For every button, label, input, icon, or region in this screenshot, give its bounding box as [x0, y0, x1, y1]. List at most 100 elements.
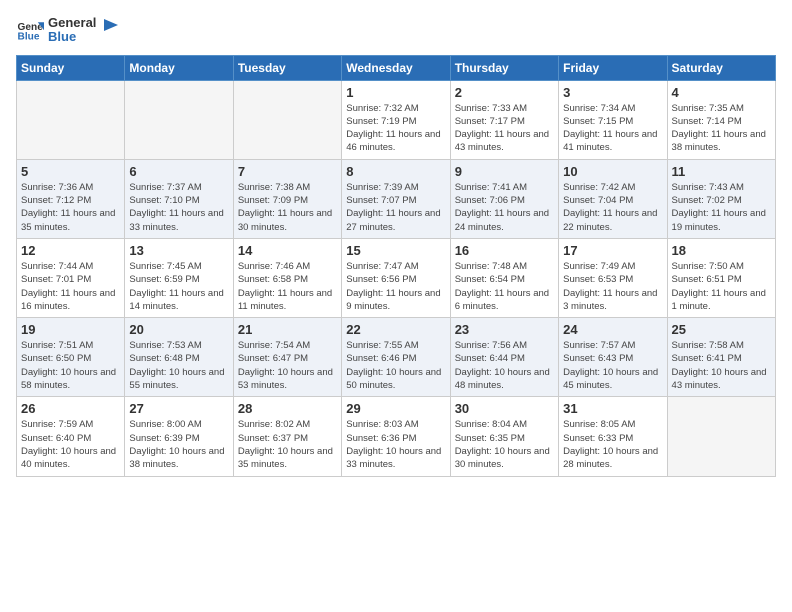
- calendar-cell: 10Sunrise: 7:42 AM Sunset: 7:04 PM Dayli…: [559, 159, 667, 238]
- day-number: 18: [672, 243, 771, 258]
- calendar-cell: 24 Sunrise: 7:57 AM Sunset: 6:43 PM Dayli…: [559, 318, 667, 397]
- calendar-cell: 22 Sunrise: 7:55 AM Sunset: 6:46 PM Dayli…: [342, 318, 450, 397]
- day-info: Sunrise: 7:44 AM Sunset: 7:01 PM Dayligh…: [21, 260, 120, 313]
- calendar-week-row: 5 Sunrise: 7:36 AM Sunset: 7:12 PM Daylig…: [17, 159, 776, 238]
- day-number: 28: [238, 401, 337, 416]
- calendar-cell: 14 Sunrise: 7:46 AM Sunset: 6:58 PM Dayli…: [233, 238, 341, 317]
- day-info: Sunrise: 7:46 AM Sunset: 6:58 PM Dayligh…: [238, 260, 337, 313]
- day-info: Sunrise: 7:43 AM Sunset: 7:02 PM Dayligh…: [672, 181, 771, 234]
- calendar-cell: [667, 397, 775, 476]
- day-number: 9: [455, 164, 554, 179]
- calendar-cell: 31 Sunrise: 8:05 AM Sunset: 6:33 PM Dayli…: [559, 397, 667, 476]
- calendar-cell: 17Sunrise: 7:49 AM Sunset: 6:53 PM Dayli…: [559, 238, 667, 317]
- calendar-cell: [17, 80, 125, 159]
- calendar-cell: 2Sunrise: 7:33 AM Sunset: 7:17 PM Daylig…: [450, 80, 558, 159]
- calendar-cell: 19Sunrise: 7:51 AM Sunset: 6:50 PM Dayli…: [17, 318, 125, 397]
- day-info: Sunrise: 7:47 AM Sunset: 6:56 PM Dayligh…: [346, 260, 445, 313]
- calendar-cell: 20Sunrise: 7:53 AM Sunset: 6:48 PM Dayli…: [125, 318, 233, 397]
- day-number: 4: [672, 85, 771, 100]
- day-info: Sunrise: 7:36 AM Sunset: 7:12 PM Dayligh…: [21, 181, 120, 234]
- day-info: Sunrise: 8:04 AM Sunset: 6:35 PM Dayligh…: [455, 418, 554, 471]
- calendar-cell: 29Sunrise: 8:03 AM Sunset: 6:36 PM Dayli…: [342, 397, 450, 476]
- calendar-cell: 27Sunrise: 8:00 AM Sunset: 6:39 PM Dayli…: [125, 397, 233, 476]
- calendar-cell: 3Sunrise: 7:34 AM Sunset: 7:15 PM Daylig…: [559, 80, 667, 159]
- calendar-cell: 21 Sunrise: 7:54 AM Sunset: 6:47 PM Dayli…: [233, 318, 341, 397]
- weekday-header-friday: Friday: [559, 55, 667, 80]
- day-info: Sunrise: 7:38 AM Sunset: 7:09 PM Dayligh…: [238, 181, 337, 234]
- calendar-cell: 18Sunrise: 7:50 AM Sunset: 6:51 PM Dayli…: [667, 238, 775, 317]
- day-number: 14: [238, 243, 337, 258]
- day-number: 21: [238, 322, 337, 337]
- day-number: 5: [21, 164, 120, 179]
- weekday-header-wednesday: Wednesday: [342, 55, 450, 80]
- calendar-cell: 30 Sunrise: 8:04 AM Sunset: 6:35 PM Dayli…: [450, 397, 558, 476]
- day-number: 3: [563, 85, 662, 100]
- calendar-cell: 6Sunrise: 7:37 AM Sunset: 7:10 PM Daylig…: [125, 159, 233, 238]
- calendar-week-row: 19Sunrise: 7:51 AM Sunset: 6:50 PM Dayli…: [17, 318, 776, 397]
- day-info: Sunrise: 8:03 AM Sunset: 6:36 PM Dayligh…: [346, 418, 445, 471]
- day-number: 17: [563, 243, 662, 258]
- calendar-cell: 5 Sunrise: 7:36 AM Sunset: 7:12 PM Daylig…: [17, 159, 125, 238]
- day-number: 8: [346, 164, 445, 179]
- calendar-cell: 13 Sunrise: 7:45 AM Sunset: 6:59 PM Dayli…: [125, 238, 233, 317]
- calendar-cell: 28 Sunrise: 8:02 AM Sunset: 6:37 PM Dayli…: [233, 397, 341, 476]
- calendar-cell: 25 Sunrise: 7:58 AM Sunset: 6:41 PM Dayli…: [667, 318, 775, 397]
- weekday-header-tuesday: Tuesday: [233, 55, 341, 80]
- day-number: 15: [346, 243, 445, 258]
- calendar-cell: 11Sunrise: 7:43 AM Sunset: 7:02 PM Dayli…: [667, 159, 775, 238]
- day-info: Sunrise: 8:02 AM Sunset: 6:37 PM Dayligh…: [238, 418, 337, 471]
- calendar-cell: 8 Sunrise: 7:39 AM Sunset: 7:07 PM Daylig…: [342, 159, 450, 238]
- logo-blue-text: Blue: [48, 30, 96, 44]
- calendar-cell: [233, 80, 341, 159]
- calendar-cell: 9 Sunrise: 7:41 AM Sunset: 7:06 PM Daylig…: [450, 159, 558, 238]
- day-info: Sunrise: 8:05 AM Sunset: 6:33 PM Dayligh…: [563, 418, 662, 471]
- day-number: 30: [455, 401, 554, 416]
- weekday-header-thursday: Thursday: [450, 55, 558, 80]
- day-info: Sunrise: 7:56 AM Sunset: 6:44 PM Dayligh…: [455, 339, 554, 392]
- calendar-cell: 12 Sunrise: 7:44 AM Sunset: 7:01 PM Dayli…: [17, 238, 125, 317]
- day-number: 7: [238, 164, 337, 179]
- calendar-cell: 23 Sunrise: 7:56 AM Sunset: 6:44 PM Dayli…: [450, 318, 558, 397]
- day-number: 25: [672, 322, 771, 337]
- day-info: Sunrise: 7:59 AM Sunset: 6:40 PM Dayligh…: [21, 418, 120, 471]
- day-info: Sunrise: 7:33 AM Sunset: 7:17 PM Dayligh…: [455, 102, 554, 155]
- svg-text:Blue: Blue: [18, 32, 40, 43]
- weekday-header-sunday: Sunday: [17, 55, 125, 80]
- day-number: 26: [21, 401, 120, 416]
- logo-general-text: General: [48, 16, 96, 30]
- day-number: 12: [21, 243, 120, 258]
- day-info: Sunrise: 7:42 AM Sunset: 7:04 PM Dayligh…: [563, 181, 662, 234]
- day-number: 1: [346, 85, 445, 100]
- page-header: General Blue General Blue: [16, 16, 776, 45]
- day-info: Sunrise: 7:45 AM Sunset: 6:59 PM Dayligh…: [129, 260, 228, 313]
- day-number: 23: [455, 322, 554, 337]
- logo-icon: General Blue: [16, 16, 44, 44]
- day-info: Sunrise: 7:39 AM Sunset: 7:07 PM Dayligh…: [346, 181, 445, 234]
- day-info: Sunrise: 8:00 AM Sunset: 6:39 PM Dayligh…: [129, 418, 228, 471]
- calendar-cell: [125, 80, 233, 159]
- logo: General Blue General Blue: [16, 16, 118, 45]
- day-info: Sunrise: 7:37 AM Sunset: 7:10 PM Dayligh…: [129, 181, 228, 234]
- day-number: 13: [129, 243, 228, 258]
- day-info: Sunrise: 7:41 AM Sunset: 7:06 PM Dayligh…: [455, 181, 554, 234]
- calendar-week-row: 12 Sunrise: 7:44 AM Sunset: 7:01 PM Dayli…: [17, 238, 776, 317]
- day-info: Sunrise: 7:58 AM Sunset: 6:41 PM Dayligh…: [672, 339, 771, 392]
- logo-flag-icon: [100, 19, 118, 41]
- day-info: Sunrise: 7:51 AM Sunset: 6:50 PM Dayligh…: [21, 339, 120, 392]
- day-info: Sunrise: 7:48 AM Sunset: 6:54 PM Dayligh…: [455, 260, 554, 313]
- day-info: Sunrise: 7:55 AM Sunset: 6:46 PM Dayligh…: [346, 339, 445, 392]
- day-number: 16: [455, 243, 554, 258]
- calendar-table: SundayMondayTuesdayWednesdayThursdayFrid…: [16, 55, 776, 477]
- day-info: Sunrise: 7:57 AM Sunset: 6:43 PM Dayligh…: [563, 339, 662, 392]
- day-info: Sunrise: 7:35 AM Sunset: 7:14 PM Dayligh…: [672, 102, 771, 155]
- weekday-header-monday: Monday: [125, 55, 233, 80]
- day-number: 22: [346, 322, 445, 337]
- weekday-header-row: SundayMondayTuesdayWednesdayThursdayFrid…: [17, 55, 776, 80]
- calendar-cell: 16 Sunrise: 7:48 AM Sunset: 6:54 PM Dayli…: [450, 238, 558, 317]
- day-number: 20: [129, 322, 228, 337]
- day-info: Sunrise: 7:54 AM Sunset: 6:47 PM Dayligh…: [238, 339, 337, 392]
- day-info: Sunrise: 7:32 AM Sunset: 7:19 PM Dayligh…: [346, 102, 445, 155]
- day-number: 24: [563, 322, 662, 337]
- day-number: 31: [563, 401, 662, 416]
- calendar-week-row: 1 Sunrise: 7:32 AM Sunset: 7:19 PM Daylig…: [17, 80, 776, 159]
